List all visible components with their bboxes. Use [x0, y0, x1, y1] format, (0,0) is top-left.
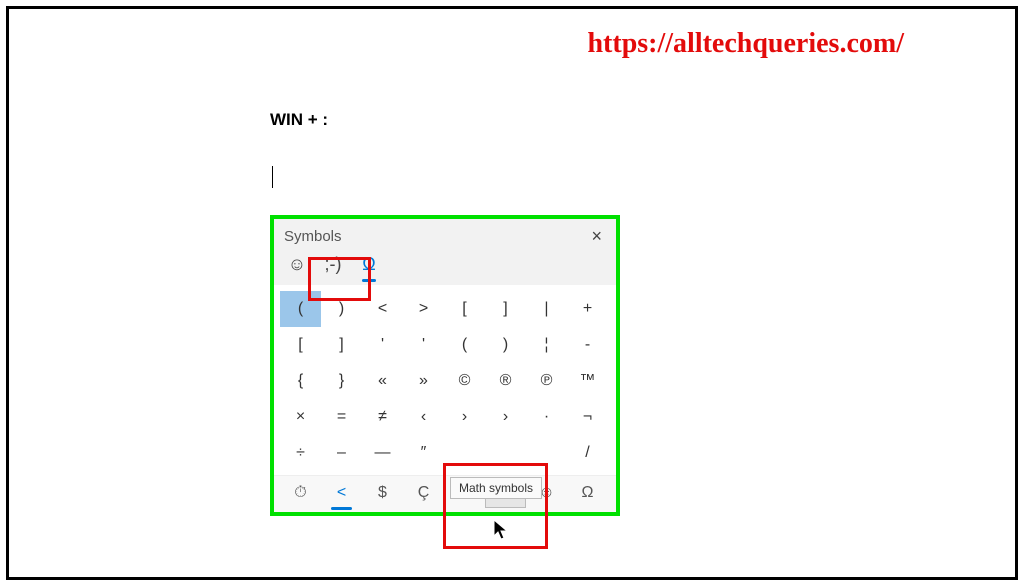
symbol-cell[interactable]: ‹	[403, 399, 444, 435]
symbol-cell[interactable]: ×	[280, 399, 321, 435]
text-cursor	[272, 166, 273, 188]
less-than-icon: <	[337, 484, 346, 502]
panel-header: Symbols ×	[274, 219, 616, 247]
symbol-cell[interactable]: ℗	[526, 363, 567, 399]
symbol-cell[interactable]: (	[444, 327, 485, 363]
symbol-cell[interactable]: ·	[526, 399, 567, 435]
cedilla-icon: Ç	[418, 484, 430, 502]
symbol-cell[interactable]: ÷	[280, 435, 321, 471]
symbol-cell[interactable]: }	[321, 363, 362, 399]
tooltip-math-symbols: Math symbols	[450, 477, 542, 499]
symbol-cell[interactable]: ¦	[526, 327, 567, 363]
symbol-grid: ( ) < > [ ] | + [ ] ' ' ( ) ¦ - { } « » …	[274, 285, 616, 475]
panel-title: Symbols	[284, 228, 342, 245]
dollar-icon: $	[378, 484, 387, 502]
symbol-cell[interactable]	[444, 435, 485, 471]
omega-icon: Ω	[582, 484, 594, 502]
category-row: ⏱ < $ Ç ⇆ ∞ ☺ Ω	[274, 475, 616, 512]
symbol-cell[interactable]: |	[526, 291, 567, 327]
omega-icon: Ω	[362, 254, 375, 275]
symbol-cell[interactable]: ≠	[362, 399, 403, 435]
document-heading: WIN + :	[270, 110, 328, 130]
symbol-cell[interactable]: {	[280, 363, 321, 399]
emoji-symbols-panel: Symbols × ☺ ;-) Ω ( ) < > [ ] | + [ ] ' …	[270, 215, 620, 516]
symbol-cell[interactable]: –	[321, 435, 362, 471]
symbol-cell[interactable]: )	[321, 291, 362, 327]
tab-row: ☺ ;-) Ω	[274, 247, 616, 285]
symbol-cell[interactable]: -	[567, 327, 608, 363]
symbol-cell[interactable]: /	[567, 435, 608, 471]
symbol-cell[interactable]: ®	[485, 363, 526, 399]
category-greek[interactable]: Ω	[567, 478, 608, 508]
symbol-cell[interactable]: ©	[444, 363, 485, 399]
symbol-cell[interactable]: ›	[444, 399, 485, 435]
symbol-cell[interactable]: —	[362, 435, 403, 471]
symbol-cell[interactable]: ›	[485, 399, 526, 435]
symbol-cell[interactable]: [	[444, 291, 485, 327]
tab-emoji[interactable]: ☺	[282, 249, 312, 279]
symbol-cell[interactable]: «	[362, 363, 403, 399]
symbol-cell[interactable]: '	[362, 327, 403, 363]
symbol-cell[interactable]	[526, 435, 567, 471]
category-latin[interactable]: Ç	[403, 478, 444, 508]
symbol-cell[interactable]: ]	[321, 327, 362, 363]
symbol-cell[interactable]: ]	[485, 291, 526, 327]
symbol-cell[interactable]: =	[321, 399, 362, 435]
tab-symbols[interactable]: Ω	[354, 249, 384, 279]
tab-kaomoji[interactable]: ;-)	[318, 249, 348, 279]
smiley-icon: ☺	[288, 254, 306, 275]
symbol-cell[interactable]	[485, 435, 526, 471]
symbol-cell[interactable]: »	[403, 363, 444, 399]
symbol-cell[interactable]: >	[403, 291, 444, 327]
symbol-cell[interactable]: +	[567, 291, 608, 327]
category-recent[interactable]: ⏱	[280, 478, 321, 508]
category-general-punctuation[interactable]: <	[321, 478, 362, 508]
kaomoji-icon: ;-)	[325, 254, 342, 275]
symbol-cell[interactable]: ″	[403, 435, 444, 471]
clock-icon: ⏱	[294, 484, 306, 502]
symbol-cell[interactable]: ¬	[567, 399, 608, 435]
symbol-cell[interactable]: (	[280, 291, 321, 327]
document-area: WIN + :	[270, 110, 328, 188]
close-button[interactable]: ×	[587, 227, 606, 245]
watermark-url: https://alltechqueries.com/	[587, 28, 904, 60]
symbol-cell[interactable]: )	[485, 327, 526, 363]
symbol-cell[interactable]: '	[403, 327, 444, 363]
symbol-cell[interactable]: ™	[567, 363, 608, 399]
symbol-cell[interactable]: <	[362, 291, 403, 327]
category-currency[interactable]: $	[362, 478, 403, 508]
symbol-cell[interactable]: [	[280, 327, 321, 363]
